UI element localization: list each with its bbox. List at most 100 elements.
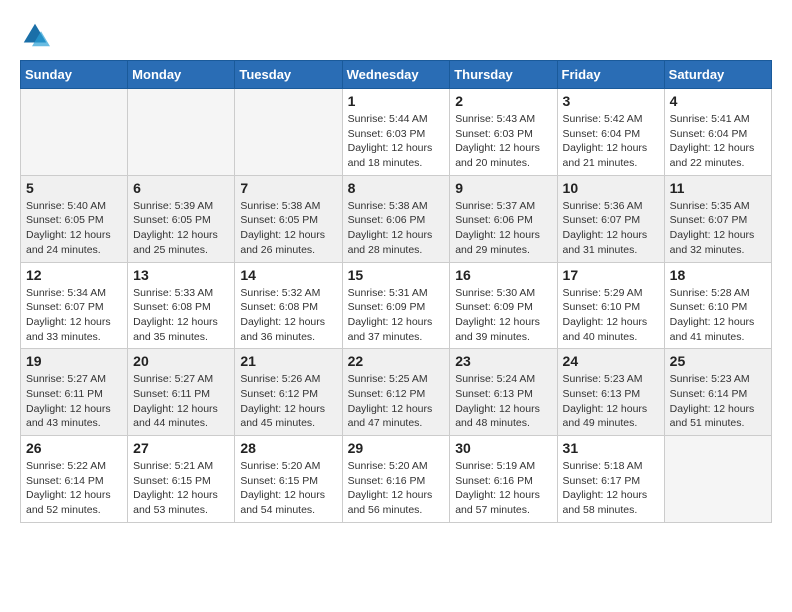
day-info: Sunrise: 5:33 AM Sunset: 6:08 PM Dayligh… <box>133 286 229 345</box>
weekday-header-wednesday: Wednesday <box>342 61 450 89</box>
calendar-cell: 1 Sunrise: 5:44 AM Sunset: 6:03 PM Daylig… <box>342 89 450 176</box>
calendar-cell: 18 Sunrise: 5:28 AM Sunset: 6:10 PM Dayli… <box>664 262 771 349</box>
day-info: Sunrise: 5:26 AM Sunset: 6:12 PM Dayligh… <box>240 372 336 431</box>
day-number: 7 <box>240 180 336 196</box>
calendar-cell <box>21 89 128 176</box>
day-info: Sunrise: 5:43 AM Sunset: 6:03 PM Dayligh… <box>455 112 551 171</box>
day-info: Sunrise: 5:20 AM Sunset: 6:15 PM Dayligh… <box>240 459 336 518</box>
calendar-cell: 6Sunrise: 5:39 AM Sunset: 6:05 PM Daylig… <box>128 175 235 262</box>
calendar-week-row: 12 Sunrise: 5:34 AM Sunset: 6:07 PM Dayli… <box>21 262 772 349</box>
weekday-header-monday: Monday <box>128 61 235 89</box>
day-number: 20 <box>133 353 229 369</box>
calendar-cell: 31 Sunrise: 5:18 AM Sunset: 6:17 PM Dayli… <box>557 436 664 523</box>
calendar-cell: 30 Sunrise: 5:19 AM Sunset: 6:16 PM Dayli… <box>450 436 557 523</box>
calendar-week-row: 26Sunrise: 5:22 AM Sunset: 6:14 PM Dayli… <box>21 436 772 523</box>
calendar-cell <box>235 89 342 176</box>
weekday-header-saturday: Saturday <box>664 61 771 89</box>
calendar-cell: 12 Sunrise: 5:34 AM Sunset: 6:07 PM Dayli… <box>21 262 128 349</box>
day-number: 6 <box>133 180 229 196</box>
weekday-header-tuesday: Tuesday <box>235 61 342 89</box>
day-number: 27 <box>133 440 229 456</box>
day-number: 25 <box>670 353 766 369</box>
day-number: 31 <box>563 440 659 456</box>
calendar-cell: 19 Sunrise: 5:27 AM Sunset: 6:11 PM Dayli… <box>21 349 128 436</box>
day-number: 15 <box>348 267 445 283</box>
calendar-cell: 5Sunrise: 5:40 AM Sunset: 6:05 PM Daylig… <box>21 175 128 262</box>
weekday-header-row: SundayMondayTuesdayWednesdayThursdayFrid… <box>21 61 772 89</box>
day-info: Sunrise: 5:21 AM Sunset: 6:15 PM Dayligh… <box>133 459 229 518</box>
day-info: Sunrise: 5:38 AM Sunset: 6:05 PM Dayligh… <box>240 199 336 258</box>
day-info: Sunrise: 5:20 AM Sunset: 6:16 PM Dayligh… <box>348 459 445 518</box>
day-number: 3 <box>563 93 659 109</box>
day-number: 21 <box>240 353 336 369</box>
weekday-header-friday: Friday <box>557 61 664 89</box>
calendar-cell: 11 Sunrise: 5:35 AM Sunset: 6:07 PM Dayli… <box>664 175 771 262</box>
day-info: Sunrise: 5:32 AM Sunset: 6:08 PM Dayligh… <box>240 286 336 345</box>
weekday-header-thursday: Thursday <box>450 61 557 89</box>
calendar-cell: 8 Sunrise: 5:38 AM Sunset: 6:06 PM Daylig… <box>342 175 450 262</box>
calendar-cell: 20 Sunrise: 5:27 AM Sunset: 6:11 PM Dayli… <box>128 349 235 436</box>
day-number: 26 <box>26 440 122 456</box>
day-info: Sunrise: 5:29 AM Sunset: 6:10 PM Dayligh… <box>563 286 659 345</box>
logo-icon <box>20 20 50 50</box>
calendar-cell: 29Sunrise: 5:20 AM Sunset: 6:16 PM Dayli… <box>342 436 450 523</box>
day-info: Sunrise: 5:23 AM Sunset: 6:13 PM Dayligh… <box>563 372 659 431</box>
weekday-header-sunday: Sunday <box>21 61 128 89</box>
day-number: 13 <box>133 267 229 283</box>
day-number: 11 <box>670 180 766 196</box>
calendar-cell: 10Sunrise: 5:36 AM Sunset: 6:07 PM Dayli… <box>557 175 664 262</box>
calendar-cell <box>664 436 771 523</box>
day-number: 1 <box>348 93 445 109</box>
day-info: Sunrise: 5:19 AM Sunset: 6:16 PM Dayligh… <box>455 459 551 518</box>
calendar-cell: 27 Sunrise: 5:21 AM Sunset: 6:15 PM Dayli… <box>128 436 235 523</box>
calendar-cell <box>128 89 235 176</box>
day-info: Sunrise: 5:18 AM Sunset: 6:17 PM Dayligh… <box>563 459 659 518</box>
calendar-cell: 7 Sunrise: 5:38 AM Sunset: 6:05 PM Daylig… <box>235 175 342 262</box>
day-number: 9 <box>455 180 551 196</box>
calendar-cell: 26Sunrise: 5:22 AM Sunset: 6:14 PM Dayli… <box>21 436 128 523</box>
day-info: Sunrise: 5:30 AM Sunset: 6:09 PM Dayligh… <box>455 286 551 345</box>
calendar-cell: 16 Sunrise: 5:30 AM Sunset: 6:09 PM Dayli… <box>450 262 557 349</box>
day-info: Sunrise: 5:38 AM Sunset: 6:06 PM Dayligh… <box>348 199 445 258</box>
day-info: Sunrise: 5:27 AM Sunset: 6:11 PM Dayligh… <box>133 372 229 431</box>
calendar-cell: 2 Sunrise: 5:43 AM Sunset: 6:03 PM Daylig… <box>450 89 557 176</box>
day-info: Sunrise: 5:42 AM Sunset: 6:04 PM Dayligh… <box>563 112 659 171</box>
calendar-cell: 14 Sunrise: 5:32 AM Sunset: 6:08 PM Dayli… <box>235 262 342 349</box>
day-number: 18 <box>670 267 766 283</box>
calendar-cell: 28 Sunrise: 5:20 AM Sunset: 6:15 PM Dayli… <box>235 436 342 523</box>
day-info: Sunrise: 5:40 AM Sunset: 6:05 PM Dayligh… <box>26 199 122 258</box>
calendar-cell: 24 Sunrise: 5:23 AM Sunset: 6:13 PM Dayli… <box>557 349 664 436</box>
day-info: Sunrise: 5:24 AM Sunset: 6:13 PM Dayligh… <box>455 372 551 431</box>
day-info: Sunrise: 5:25 AM Sunset: 6:12 PM Dayligh… <box>348 372 445 431</box>
calendar-cell: 15 Sunrise: 5:31 AM Sunset: 6:09 PM Dayli… <box>342 262 450 349</box>
day-number: 8 <box>348 180 445 196</box>
calendar-week-row: 19 Sunrise: 5:27 AM Sunset: 6:11 PM Dayli… <box>21 349 772 436</box>
day-info: Sunrise: 5:34 AM Sunset: 6:07 PM Dayligh… <box>26 286 122 345</box>
day-number: 14 <box>240 267 336 283</box>
calendar-cell: 21 Sunrise: 5:26 AM Sunset: 6:12 PM Dayli… <box>235 349 342 436</box>
calendar-cell: 13 Sunrise: 5:33 AM Sunset: 6:08 PM Dayli… <box>128 262 235 349</box>
calendar-cell: 3 Sunrise: 5:42 AM Sunset: 6:04 PM Daylig… <box>557 89 664 176</box>
calendar-cell: 9Sunrise: 5:37 AM Sunset: 6:06 PM Daylig… <box>450 175 557 262</box>
day-info: Sunrise: 5:44 AM Sunset: 6:03 PM Dayligh… <box>348 112 445 171</box>
day-number: 23 <box>455 353 551 369</box>
page-header <box>20 20 772 50</box>
day-info: Sunrise: 5:23 AM Sunset: 6:14 PM Dayligh… <box>670 372 766 431</box>
calendar-table: SundayMondayTuesdayWednesdayThursdayFrid… <box>20 60 772 523</box>
day-number: 17 <box>563 267 659 283</box>
day-info: Sunrise: 5:27 AM Sunset: 6:11 PM Dayligh… <box>26 372 122 431</box>
day-number: 16 <box>455 267 551 283</box>
day-info: Sunrise: 5:35 AM Sunset: 6:07 PM Dayligh… <box>670 199 766 258</box>
day-number: 24 <box>563 353 659 369</box>
logo <box>20 20 54 50</box>
day-number: 2 <box>455 93 551 109</box>
day-info: Sunrise: 5:31 AM Sunset: 6:09 PM Dayligh… <box>348 286 445 345</box>
day-number: 22 <box>348 353 445 369</box>
day-number: 12 <box>26 267 122 283</box>
day-number: 19 <box>26 353 122 369</box>
day-number: 10 <box>563 180 659 196</box>
day-info: Sunrise: 5:28 AM Sunset: 6:10 PM Dayligh… <box>670 286 766 345</box>
day-number: 30 <box>455 440 551 456</box>
calendar-week-row: 5Sunrise: 5:40 AM Sunset: 6:05 PM Daylig… <box>21 175 772 262</box>
day-number: 28 <box>240 440 336 456</box>
